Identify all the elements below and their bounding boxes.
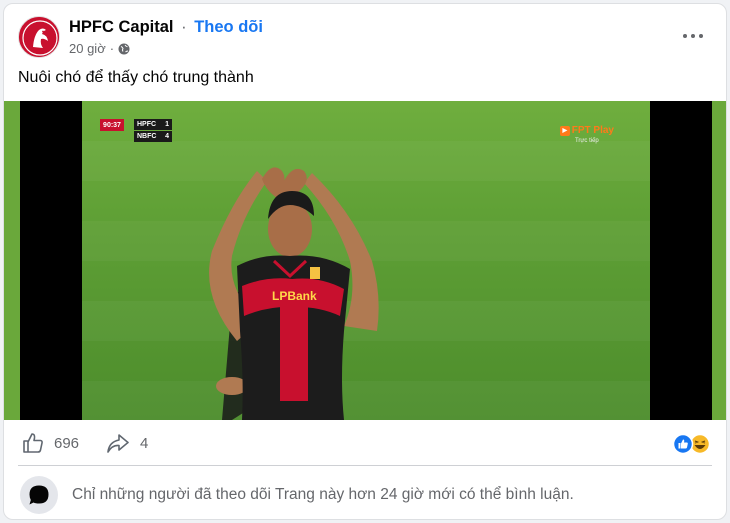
hpfc-logo-icon [19,17,59,57]
post-caption: Nuôi chó để thấy chó trung thành [18,69,254,86]
video-player[interactable]: LPBank 90:37 HPFC 1 NBFC 4 ▶ FPT Play Tr… [4,101,726,420]
divider [18,465,712,466]
more-dot-icon [691,34,695,38]
post-header: HPFC Capital · Theo dõi 20 giờ · [18,16,712,64]
post-meta: 20 giờ · [69,41,130,56]
speech-bubble-icon [29,485,49,505]
name-separator: · [181,18,187,36]
commenter-avatar [20,476,58,514]
page-avatar[interactable] [18,16,60,58]
haha-reaction-icon [689,433,711,455]
away-team: NBFC [137,133,157,140]
globe-icon [118,43,130,54]
scoreboard: 90:37 HPFC 1 NBFC 4 [100,119,174,143]
broadcast-status: Trực tiếp [574,138,599,144]
like-reaction-icon [672,433,694,455]
home-score: 1 [165,121,169,128]
fpt-play-logo: ▶ FPT Play [559,125,614,136]
more-options-button[interactable] [678,26,708,46]
follow-button[interactable]: Theo dõi [194,18,263,36]
jersey-sponsor: LPBank [272,289,317,303]
page-name-row: HPFC Capital · Theo dõi [69,18,263,37]
reaction-icons [672,433,711,455]
player-figure [209,167,379,420]
more-dot-icon [683,34,687,38]
home-team: HPFC [137,121,157,128]
like-button[interactable]: 696 [22,428,79,458]
video-frame: LPBank 90:37 HPFC 1 NBFC 4 ▶ FPT Play Tr… [82,101,650,420]
play-icon: ▶ [559,125,570,136]
meta-separator: · [109,41,115,56]
page-name[interactable]: HPFC Capital [69,18,174,36]
video-side-left [4,101,20,420]
match-time: 90:37 [100,119,124,131]
share-button[interactable]: 4 [106,428,148,458]
like-count: 696 [54,434,80,452]
scoreboard-home: HPFC 1 [134,119,172,130]
post-card: HPFC Capital · Theo dõi 20 giờ · Nuôi ch… [3,3,727,520]
reaction-summary[interactable] [672,433,712,455]
thumbs-up-icon [23,433,43,453]
post-actions: 696 4 [18,428,712,458]
post-time[interactable]: 20 giờ [69,41,106,56]
share-arrow-icon [107,434,129,453]
comment-notice: Chỉ những người đã theo dõi Trang này hơ… [72,486,574,503]
scoreboard-away: NBFC 4 [134,131,172,142]
more-dot-icon [699,34,703,38]
comment-restriction: Chỉ những người đã theo dõi Trang này hơ… [20,476,712,514]
video-side-right [712,101,726,420]
share-count: 4 [140,434,149,452]
broadcaster-watermark: ▶ FPT Play Trực tiếp [559,125,614,144]
broadcaster-name: FPT Play [571,125,614,136]
away-score: 4 [165,133,169,140]
